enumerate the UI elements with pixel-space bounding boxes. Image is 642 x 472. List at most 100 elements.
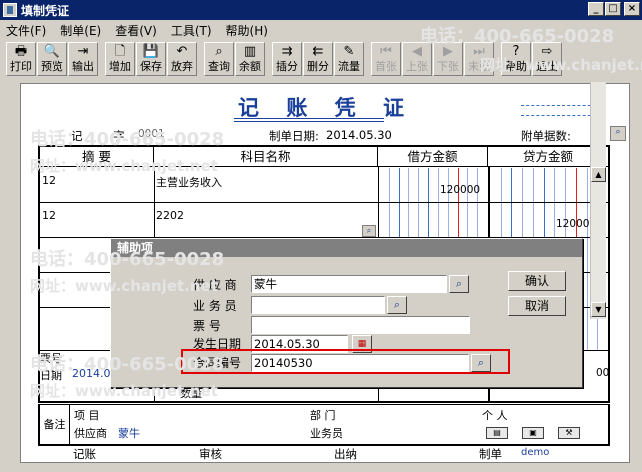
minimize-button[interactable]: _ [588,2,604,16]
scroll-down-icon[interactable]: ▼ [591,302,606,317]
voucher-header: 记 字 0001 制单日期: 2014.05.30 附单据数: ⌕ [21,126,631,144]
voucher-type[interactable]: 记 [71,128,83,144]
vertical-scrollbar[interactable]: ▲ ▼ [590,82,606,319]
col-debit: 借方金额 [378,147,488,167]
add-button[interactable]: 🗋 增加 [105,42,135,76]
left-margin [0,80,20,472]
person-label: 个 人 [482,409,508,422]
menu-tools[interactable]: 工具(T) [171,22,212,39]
search-icon[interactable]: ⌕ [610,126,626,141]
prev-button[interactable]: ◀ 上张 [402,42,432,76]
voucher-date[interactable]: 2014.05.30 [326,128,392,142]
row2-account[interactable]: 2202 [156,209,184,222]
help-label: 帮助 [505,60,527,73]
menu-file[interactable]: 文件(F) [6,22,46,39]
bookkeep-label: 记账 [73,447,96,461]
menu-bar: 文件(F) 制单(E) 查看(V) 工具(T) 帮助(H) [0,20,642,40]
row2-summary[interactable]: 12 [42,209,56,222]
close-button[interactable]: × [624,2,640,16]
insert-line-label: 插分 [276,60,298,73]
tools-icon[interactable]: ⚒ [558,427,580,439]
search-icon[interactable]: ⌕ [449,275,469,293]
save-button[interactable]: 💾 保存 [136,42,166,76]
search-icon[interactable]: ⌕ [387,296,407,314]
preview-button[interactable]: 🔍 预览 [37,42,67,76]
salesman-label: 业务员 [310,427,343,440]
supplier-label: 供应商 [74,427,107,440]
first-button[interactable]: ⏮ 首张 [371,42,401,76]
dashed-line [521,115,601,116]
save-icon: 💾 [142,44,160,59]
price-tail: 00 [596,367,610,379]
voucher-number-label: 字 [113,129,125,143]
preview-label: 预览 [41,60,63,73]
dept-label: 部 门 [310,409,336,422]
row1-summary[interactable]: 12 [42,174,56,187]
exit-label: 退出 [536,60,558,73]
ticket-no-label: 票号 [40,352,62,365]
window-title: 填制凭证 [21,3,70,18]
app-icon [3,3,17,17]
dialog-title: 辅助项 [111,239,582,257]
print-label: 打印 [10,60,32,73]
delete-line-icon: ⇇ [312,44,324,59]
prev-page-icon: ◀ [412,44,422,59]
export-button[interactable]: ⇥ 输出 [68,42,98,76]
export-label: 输出 [72,60,94,73]
date-label-left: 日期 [40,369,62,382]
menu-view[interactable]: 查看(V) [115,22,157,39]
first-label: 首张 [375,60,397,73]
insert-line-button[interactable]: ⇉ 插分 [272,42,302,76]
note-icon[interactable]: ▣ [522,427,544,439]
exit-icon: ⇨ [541,44,553,59]
row1-debit[interactable]: 120000 [440,184,480,196]
delete-line-button[interactable]: ⇇ 删分 [303,42,333,76]
title-underline [234,121,384,122]
cancel-button[interactable]: 取消 [508,296,566,316]
voucher-footer: 备注 项 目 部 门 个 人 供应商 蒙牛 业务员 ▤ ▣ ⚒ [38,404,610,446]
menu-edit[interactable]: 制单(E) [60,22,101,39]
insert-line-icon: ⇉ [281,44,293,59]
discard-button[interactable]: ↶ 放弃 [167,42,197,76]
salesman-input[interactable] [251,296,385,314]
next-page-icon: ▶ [443,44,453,59]
cashflow-button[interactable]: ✎ 流量 [334,42,364,76]
next-button[interactable]: ▶ 下张 [433,42,463,76]
cashflow-label: 流量 [338,60,360,73]
supplier-field-label: 供 应 商 [193,278,237,292]
title-bar: 填制凭证 _ □ × [0,0,642,20]
date-label: 制单日期: [269,129,319,143]
query-button[interactable]: ⌕ 查询 [204,42,234,76]
voucher-number[interactable]: 0001 [138,128,165,140]
query-label: 查询 [208,60,230,73]
digit-line [587,168,588,350]
scroll-up-icon[interactable]: ▲ [591,167,606,182]
save-label: 保存 [140,60,162,73]
account-search-icon[interactable]: ⌕ [362,225,376,237]
binoculars-icon: ⌕ [215,44,223,59]
ticket-field-label: 票 号 [193,319,221,333]
row1-account[interactable]: 主营业务收入 [156,174,222,190]
highlight-box [181,349,510,374]
exit-button[interactable]: ⇨ 退出 [532,42,562,76]
title-underline [234,118,384,119]
last-button[interactable]: ⏭ 末张 [464,42,494,76]
signature-row: 记账 审核 出纳 制单 demo [21,446,631,462]
ok-button[interactable]: 确认 [508,271,566,291]
print-button[interactable]: 🖶 打印 [6,42,36,76]
ticket-input[interactable] [251,316,470,334]
delete-line-label: 删分 [307,60,329,73]
menu-help[interactable]: 帮助(H) [226,22,268,39]
card-icon[interactable]: ▤ [486,427,508,439]
maximize-button[interactable]: □ [605,2,621,16]
project-label: 项 目 [74,409,100,422]
supplier-value: 蒙牛 [118,427,140,440]
cashflow-icon: ✎ [343,44,355,59]
row-separator [40,202,608,203]
help-button[interactable]: ? 帮助 [501,42,531,76]
col-account: 科目名称 [154,147,378,167]
cashier-label: 出纳 [334,447,357,461]
balance-button[interactable]: ▥ 余额 [235,42,265,76]
supplier-input[interactable]: 蒙牛 [251,275,447,293]
printer-icon: 🖶 [14,44,28,59]
